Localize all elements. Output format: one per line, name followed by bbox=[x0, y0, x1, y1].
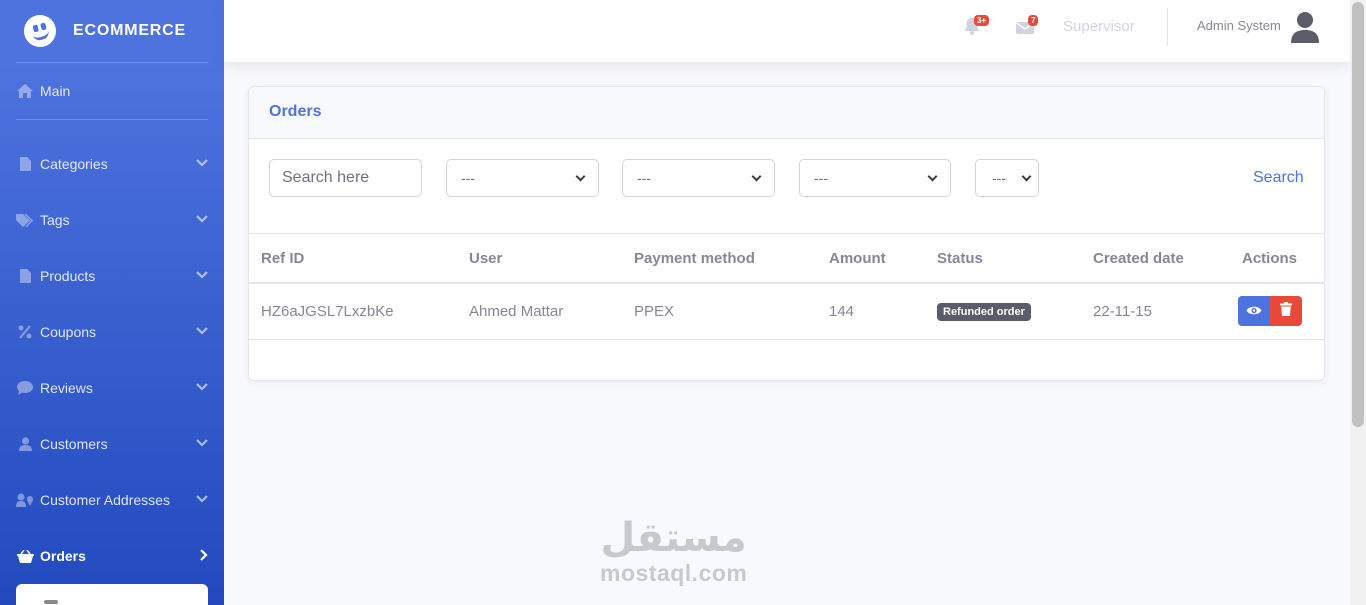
sidebar-item-orders[interactable]: Orders bbox=[0, 528, 224, 584]
filter-select-2[interactable]: --- bbox=[622, 159, 775, 197]
sidebar-item-label: Main bbox=[40, 83, 71, 99]
sidebar-item-tags[interactable]: Tags bbox=[0, 192, 224, 248]
chevron-down-icon bbox=[575, 171, 586, 181]
column-header-ref-id[interactable]: Ref ID bbox=[249, 234, 457, 284]
sidebar-item-label: Customer Addresses bbox=[40, 492, 170, 508]
orders-submenu bbox=[16, 584, 208, 605]
select-value: --- bbox=[992, 170, 1006, 186]
page-scrollbar[interactable] bbox=[1350, 0, 1366, 605]
cell-ref-id: HZ6aJGSL7LxzbKe bbox=[249, 283, 457, 340]
sidebar-item-label: Categories bbox=[40, 156, 108, 172]
chevron-down-icon bbox=[927, 171, 938, 181]
messages-dropdown[interactable]: 7 bbox=[1016, 15, 1039, 38]
column-header-payment-method[interactable]: Payment method bbox=[622, 234, 817, 284]
column-header-actions: Actions bbox=[1238, 234, 1324, 284]
page-title: Orders bbox=[269, 103, 322, 120]
user-icon bbox=[16, 437, 34, 451]
sidebar-item-customers[interactable]: Customers bbox=[0, 416, 224, 472]
sidebar-item-customer-addresses[interactable]: Customer Addresses bbox=[0, 472, 224, 528]
brand[interactable]: ECOMMERCE bbox=[0, 0, 224, 62]
orders-table: Ref ID User Payment method Amount Status… bbox=[249, 234, 1324, 340]
cell-amount: 144 bbox=[817, 283, 925, 340]
chevron-right-icon bbox=[200, 548, 208, 564]
chevron-down-icon bbox=[196, 494, 208, 506]
cell-created-date: 22-11-15 bbox=[1081, 283, 1238, 340]
sidebar-divider bbox=[16, 119, 208, 120]
watermark-latin: mostaql.com bbox=[600, 560, 748, 586]
eye-icon bbox=[1246, 303, 1262, 320]
topbar: 3+ 7 Supervisor Admin System bbox=[224, 0, 1350, 62]
chevron-down-icon bbox=[196, 270, 208, 282]
filter-select-1[interactable]: --- bbox=[446, 159, 599, 197]
select-value: --- bbox=[461, 170, 475, 186]
map-marker-icon bbox=[16, 493, 34, 507]
delete-order-button[interactable] bbox=[1270, 296, 1302, 327]
search-input[interactable] bbox=[269, 159, 422, 197]
topbar-divider bbox=[1167, 8, 1168, 46]
search-button[interactable]: Search bbox=[1253, 169, 1304, 187]
chevron-down-icon bbox=[751, 171, 762, 181]
card-header: Orders bbox=[249, 87, 1324, 139]
chevron-down-icon bbox=[196, 382, 208, 394]
sidebar-item-label: Reviews bbox=[40, 380, 93, 396]
column-header-user[interactable]: User bbox=[457, 234, 622, 284]
laugh-wink-icon bbox=[20, 11, 60, 51]
sidebar-item-label: Coupons bbox=[40, 324, 97, 340]
filter-select-3[interactable]: --- bbox=[799, 159, 951, 197]
row-actions bbox=[1238, 296, 1302, 327]
cell-user: Ahmed Mattar bbox=[457, 283, 622, 340]
filter-select-4[interactable]: --- bbox=[975, 159, 1039, 197]
scrollbar-thumb[interactable] bbox=[1352, 2, 1364, 427]
sidebar-item-coupons[interactable]: Coupons bbox=[0, 304, 224, 360]
chevron-down-icon bbox=[196, 158, 208, 170]
submenu-item[interactable] bbox=[44, 600, 58, 604]
chevron-down-icon bbox=[1021, 171, 1032, 181]
sidebar: ECOMMERCE Main Categories Tags Products … bbox=[0, 0, 224, 605]
shopping-basket-icon bbox=[16, 549, 34, 563]
role-label[interactable]: Supervisor bbox=[1063, 18, 1135, 35]
sidebar-item-reviews[interactable]: Reviews bbox=[0, 360, 224, 416]
sidebar-item-label: Products bbox=[40, 268, 96, 284]
column-header-created-date[interactable]: Created date bbox=[1081, 234, 1238, 284]
select-value: --- bbox=[637, 170, 651, 186]
column-header-amount[interactable]: Amount bbox=[817, 234, 925, 284]
alerts-counter-badge: 3+ bbox=[974, 15, 990, 26]
column-header-status[interactable]: Status bbox=[925, 234, 1081, 284]
comment-icon bbox=[16, 381, 34, 395]
cell-status: Refunded order bbox=[925, 283, 1081, 340]
user-avatar-icon[interactable] bbox=[1290, 12, 1320, 44]
trash-icon bbox=[1280, 302, 1292, 320]
table-row: HZ6aJGSL7LxzbKe Ahmed Mattar PPEX 144 Re… bbox=[249, 283, 1324, 340]
sidebar-item-products[interactable]: Products bbox=[0, 248, 224, 304]
chevron-down-icon bbox=[196, 214, 208, 226]
brand-name: ECOMMERCE bbox=[73, 22, 186, 39]
status-badge: Refunded order bbox=[937, 302, 1031, 321]
sidebar-item-categories[interactable]: Categories bbox=[0, 136, 224, 192]
file-icon bbox=[16, 157, 34, 171]
percent-icon bbox=[16, 325, 34, 339]
table-header-row: Ref ID User Payment method Amount Status… bbox=[249, 234, 1324, 284]
sidebar-item-label: Customers bbox=[40, 436, 108, 452]
cell-payment-method: PPEX bbox=[622, 283, 817, 340]
select-value: --- bbox=[814, 170, 828, 186]
file-icon bbox=[16, 269, 34, 283]
watermark-arabic: مستقل bbox=[600, 515, 747, 561]
watermark-logo: مستقل mostaql.com bbox=[600, 516, 747, 587]
alerts-dropdown[interactable]: 3+ bbox=[964, 15, 990, 38]
chevron-down-icon bbox=[196, 438, 208, 450]
user-name[interactable]: Admin System bbox=[1197, 18, 1281, 33]
filters-bar: --- --- --- --- Search bbox=[249, 139, 1324, 234]
orders-card: Orders --- --- --- --- Search Ref ID Use… bbox=[248, 86, 1325, 381]
chevron-down-icon bbox=[196, 326, 208, 338]
sidebar-item-label: Orders bbox=[40, 548, 86, 564]
sidebar-item-main[interactable]: Main bbox=[0, 63, 224, 119]
view-order-button[interactable] bbox=[1238, 296, 1270, 327]
tags-icon bbox=[16, 213, 34, 227]
home-icon bbox=[16, 84, 34, 98]
sidebar-item-label: Tags bbox=[40, 212, 70, 228]
cell-actions bbox=[1238, 283, 1324, 340]
messages-counter-badge: 7 bbox=[1028, 15, 1039, 26]
